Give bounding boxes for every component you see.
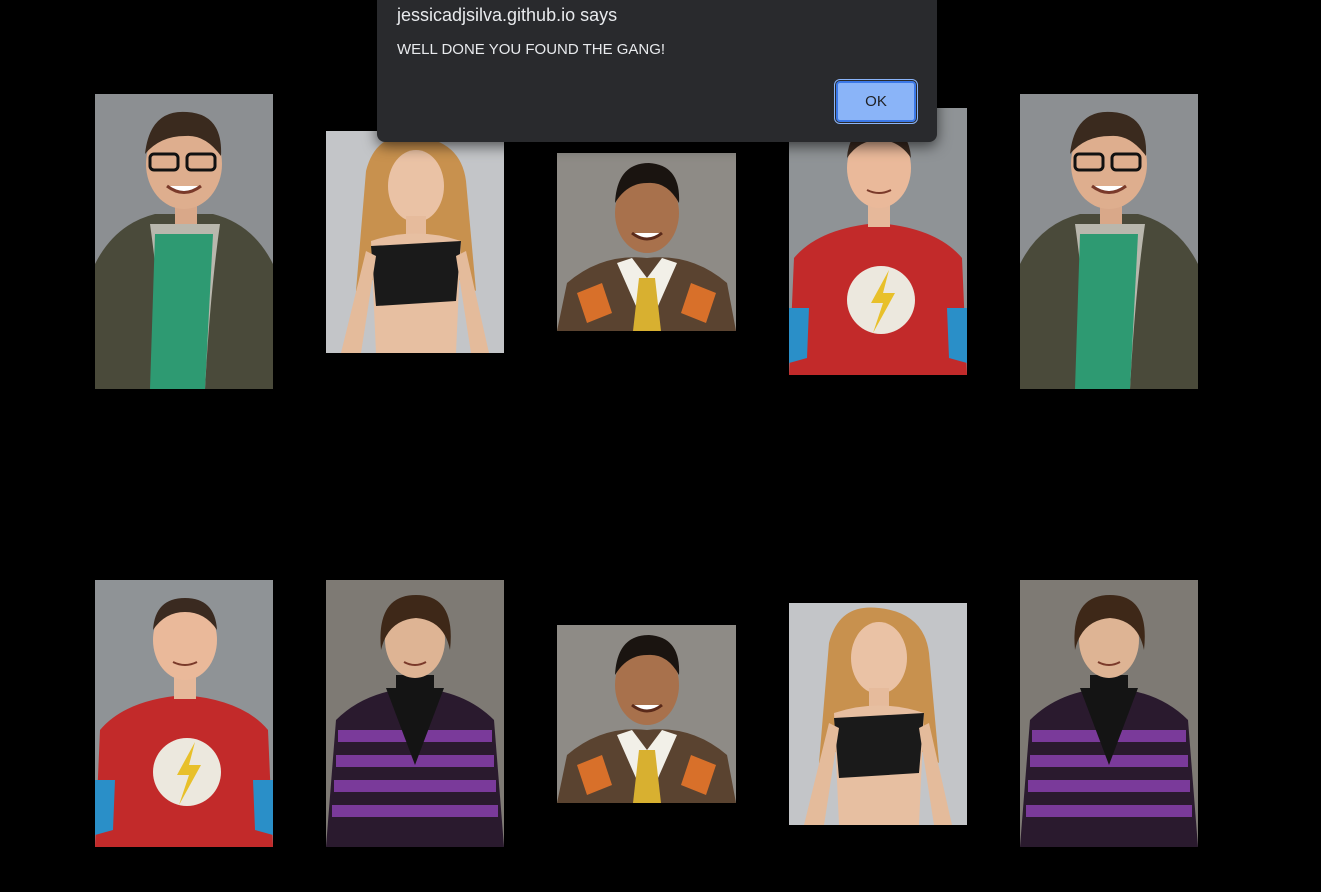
card-raj[interactable]: [557, 625, 736, 803]
alert-dialog: jessicadjsilva.github.io says WELL DONE …: [377, 0, 937, 142]
sheldon-portrait: [789, 108, 967, 375]
ok-button[interactable]: OK: [834, 79, 918, 124]
card-leonard[interactable]: [1020, 94, 1198, 389]
dialog-message: WELL DONE YOU FOUND THE GANG!: [397, 41, 666, 58]
card-sheldon[interactable]: [95, 580, 273, 847]
howard-portrait: [1020, 580, 1198, 847]
card-howard[interactable]: [326, 580, 504, 847]
leonard-portrait: [95, 94, 273, 389]
raj-portrait: [557, 153, 736, 331]
penny-portrait: [326, 131, 504, 353]
card-raj[interactable]: [557, 153, 736, 331]
card-sheldon[interactable]: [789, 108, 967, 375]
card-penny[interactable]: [789, 603, 967, 825]
card-howard[interactable]: [1020, 580, 1198, 847]
card-penny[interactable]: [326, 131, 504, 353]
howard-portrait: [326, 580, 504, 847]
leonard-portrait: [1020, 94, 1198, 389]
sheldon-portrait: [95, 580, 273, 847]
game-board: jessicadjsilva.github.io says WELL DONE …: [0, 0, 1321, 892]
dialog-title: jessicadjsilva.github.io says: [397, 5, 618, 25]
raj-portrait: [557, 625, 736, 803]
card-leonard[interactable]: [95, 94, 273, 389]
penny-portrait: [789, 603, 967, 825]
